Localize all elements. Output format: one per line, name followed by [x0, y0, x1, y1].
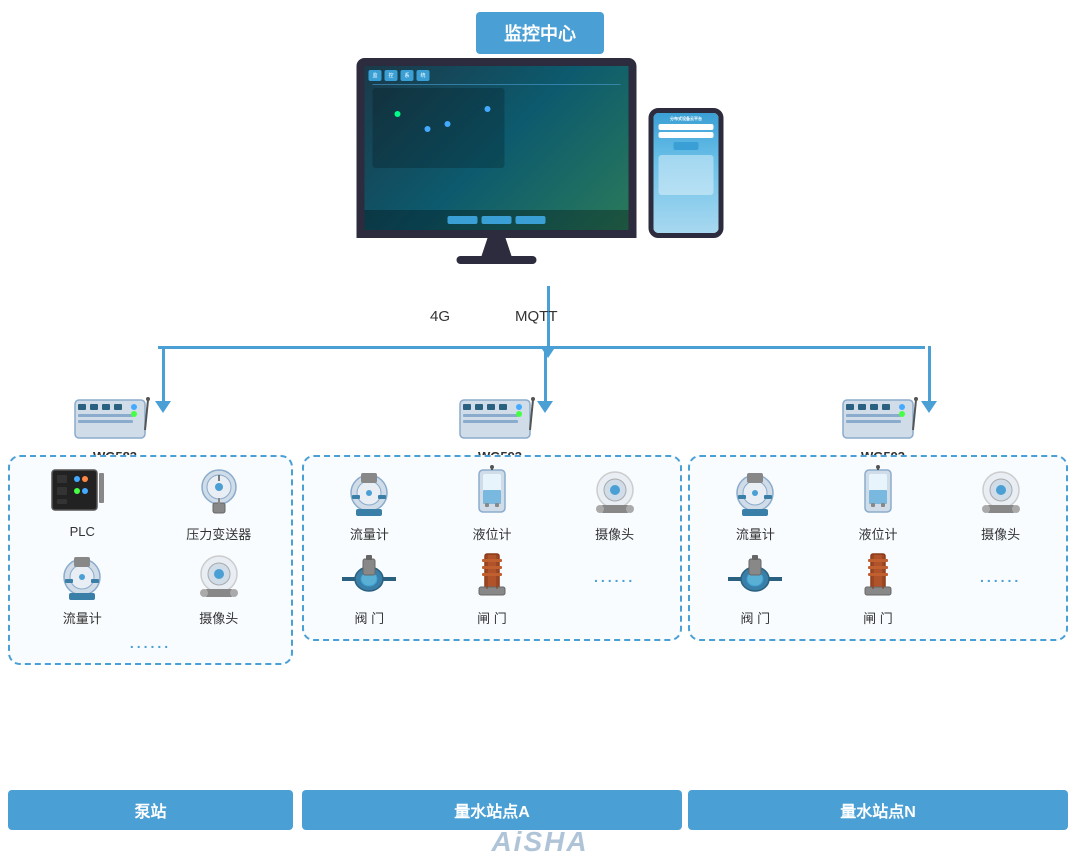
watermark: AiSHA: [491, 826, 588, 863]
pump-station-box: PLC 压力变送器 流量计: [8, 455, 293, 665]
monitor-screen: 监 控 系 统: [357, 58, 637, 238]
station-a-flowmeter: 流量计: [312, 465, 427, 543]
station-n-flowmeter-icon: [720, 465, 790, 520]
phone-input-2: [659, 132, 714, 138]
monitor-base: [457, 256, 537, 264]
station-a-camera-icon: [580, 465, 650, 520]
station-a-label: 量水站点A: [302, 790, 682, 830]
gateway-wg593-n-icon: [838, 390, 928, 445]
station-n-box: 流量计 液位计 摄像头: [688, 455, 1068, 641]
gateway-station-n: WG593: [838, 390, 928, 464]
station-a-dots-cell: ......: [557, 549, 672, 627]
plc-icon: [47, 465, 117, 520]
pump-camera-icon: [184, 549, 254, 604]
station-n-label: 量水站点N: [688, 790, 1068, 830]
station-a-gate-label: 闸 门: [477, 608, 507, 627]
station-n-flowmeter-label: 流量计: [736, 524, 775, 543]
pump-camera-label: 摄像头: [199, 608, 238, 627]
station-a-valve: 阀 门: [312, 549, 427, 627]
pump-camera-device: 摄像头: [155, 549, 284, 627]
pump-station-label-wrap: 泵站: [8, 790, 293, 830]
station-n-label-wrap: 量水站点N: [688, 790, 1068, 830]
station-a-gate: 闸 门: [435, 549, 550, 627]
station-n-levelgauge-icon: [843, 465, 913, 520]
gateway-wg583-icon: [70, 390, 160, 445]
station-n-valve: 阀 门: [698, 549, 813, 627]
station-a-levelgauge-icon: [457, 465, 527, 520]
station-n-levelgauge: 液位计: [821, 465, 936, 543]
phone-title: 分布式设备云平台: [670, 117, 702, 122]
station-n-dots-cell: ......: [943, 549, 1058, 627]
pump-flowmeter-device: 流量计: [18, 549, 147, 627]
station-a-box: 流量计 液位计 摄像头: [302, 455, 682, 641]
protocol-4g: 4G: [430, 308, 450, 325]
station-a-dots: ......: [594, 565, 635, 589]
station-a-valve-label: 阀 门: [355, 608, 385, 627]
pump-station-label: 泵站: [8, 790, 293, 830]
pump-dots: ......: [18, 631, 283, 655]
station-n-gate-label: 闸 门: [863, 608, 893, 627]
station-n-gate: 闸 门: [821, 549, 936, 627]
station-n-gate-icon: [843, 549, 913, 604]
pressure-transmitter-label: 压力变送器: [186, 524, 251, 543]
station-n-levelgauge-label: 液位计: [858, 524, 897, 543]
monitor-center-label: 监控中心: [476, 12, 604, 54]
monitor-stand: [482, 238, 512, 256]
station-a-flowmeter-icon: [334, 465, 404, 520]
station-n-valve-icon: [720, 549, 790, 604]
station-a-flowmeter-label: 流量计: [350, 524, 389, 543]
protocol-labels: 4G MQTT: [430, 308, 558, 325]
gateway-station-a: WG593: [455, 390, 545, 464]
pump-flowmeter-label: 流量计: [63, 608, 102, 627]
h-line-right: [540, 346, 925, 349]
station-a-levelgauge: 液位计: [435, 465, 550, 543]
station-n-camera-icon: [966, 465, 1036, 520]
station-a-camera-label: 摄像头: [595, 524, 634, 543]
protocol-mqtt: MQTT: [515, 308, 558, 325]
h-line-left: [158, 346, 541, 349]
computer-illustration: 监 控 系 统: [357, 58, 637, 264]
station-a-gate-icon: [457, 549, 527, 604]
station-n-valve-label: 阀 门: [741, 608, 771, 627]
gateway-wg593-a-icon: [455, 390, 545, 445]
pump-flowmeter-icon: [47, 549, 117, 604]
pressure-transmitter-device: 压力变送器: [155, 465, 284, 543]
phone-illustration: 分布式设备云平台: [649, 108, 724, 238]
station-n-dots: ......: [980, 565, 1021, 589]
plc-label: PLC: [70, 524, 95, 539]
station-a-valve-icon: [334, 549, 404, 604]
pressure-transmitter-icon: [184, 465, 254, 520]
phone-input-1: [659, 124, 714, 130]
station-a-levelgauge-label: 液位计: [472, 524, 511, 543]
station-a-label-wrap: 量水站点A: [302, 790, 682, 830]
plc-device: PLC: [18, 465, 147, 543]
station-n-camera-label: 摄像头: [981, 524, 1020, 543]
station-a-camera: 摄像头: [557, 465, 672, 543]
station-n-camera: 摄像头: [943, 465, 1058, 543]
station-n-flowmeter: 流量计: [698, 465, 813, 543]
gateway-pump: WG583: [70, 390, 160, 464]
